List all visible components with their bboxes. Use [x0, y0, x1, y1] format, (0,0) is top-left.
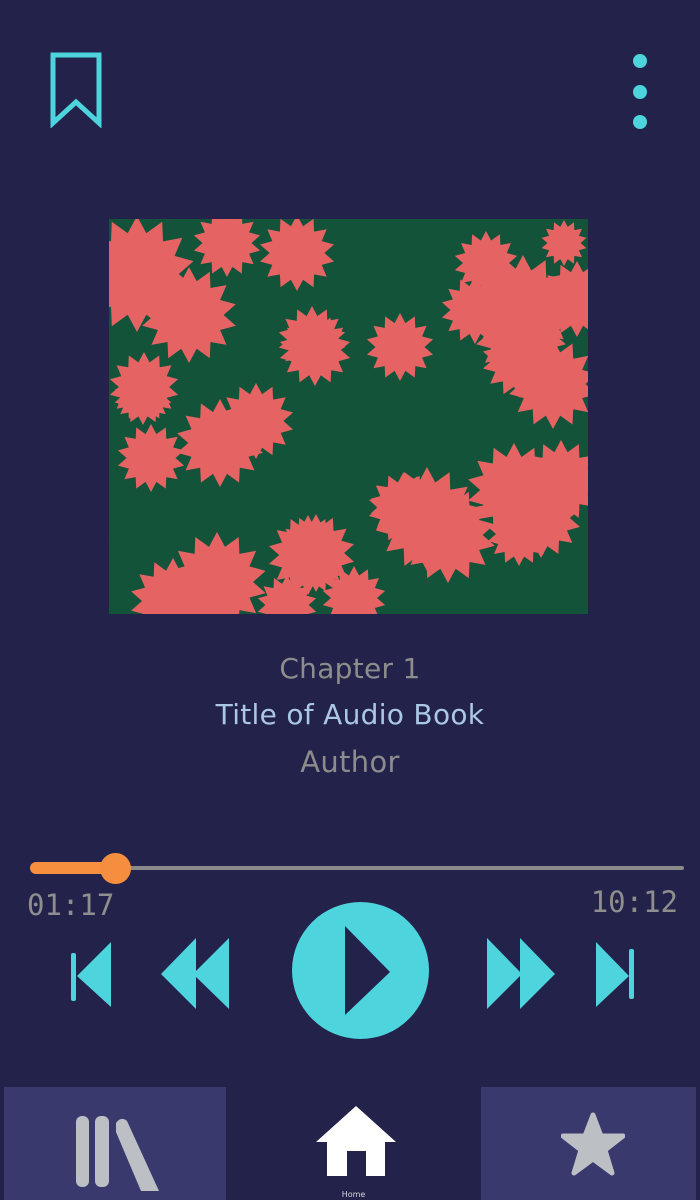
chapter-label: Chapter 1 [279, 652, 421, 685]
bookmark-button[interactable] [48, 52, 104, 128]
skip-forward-icon [596, 942, 634, 1007]
play-icon [292, 902, 429, 1039]
bottom-navigation: Home [0, 1087, 700, 1200]
bookmark-icon [50, 52, 102, 128]
fast-forward-button[interactable] [486, 938, 557, 1009]
home-tab-label: Home [341, 1190, 366, 1199]
nav-tab-library[interactable] [4, 1087, 226, 1200]
nav-tab-favorites[interactable] [481, 1087, 696, 1200]
home-icon [316, 1106, 396, 1176]
play-button[interactable] [292, 902, 429, 1039]
skip-back-button[interactable] [68, 941, 114, 1007]
more-vertical-icon [633, 54, 647, 129]
total-time: 10:12 [590, 885, 678, 919]
fast-forward-icon [487, 938, 555, 1009]
rewind-button[interactable] [159, 938, 230, 1009]
audiobook-player-screen: Chapter 1 Title of Audio Book Author 01:… [0, 0, 700, 1200]
star-icon [561, 1112, 625, 1176]
current-time: 01:17 [27, 888, 115, 922]
library-icon [76, 1116, 159, 1191]
cover-art-pattern [109, 219, 588, 614]
progress-thumb[interactable] [99, 853, 131, 884]
skip-forward-button[interactable] [593, 941, 639, 1007]
more-options-button[interactable] [625, 50, 655, 136]
rewind-icon [161, 938, 229, 1009]
nav-tab-home[interactable]: Home [226, 1087, 481, 1200]
book-author: Author [300, 745, 400, 779]
book-title: Title of Audio Book [215, 698, 485, 731]
book-cover-image [109, 219, 588, 614]
skip-back-icon [71, 942, 111, 1007]
